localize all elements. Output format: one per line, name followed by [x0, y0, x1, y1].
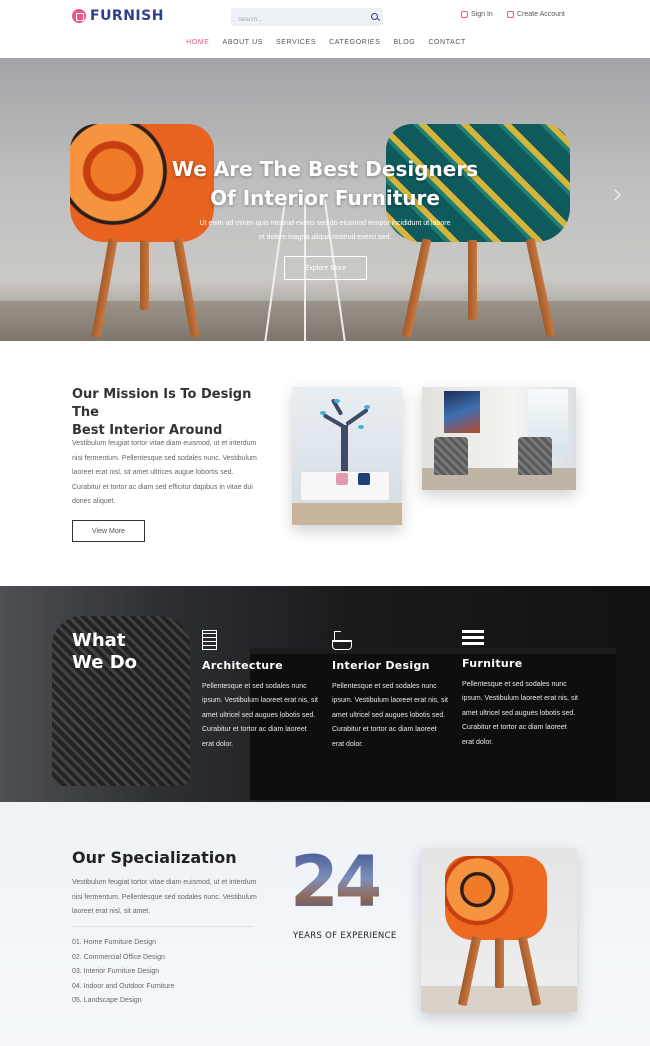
years-label: YEARS OF EXPERIENCE: [293, 931, 397, 941]
list-item: 03. Interior Furniture Design: [72, 968, 160, 976]
building-icon: [202, 630, 217, 650]
list-item: 02. Commercial Office Design: [72, 953, 165, 961]
create-account-link[interactable]: Create Account: [507, 11, 565, 18]
header: FURNISH Sign In Create Account: [0, 0, 650, 34]
years-number: 24: [290, 841, 383, 923]
hero-subtitle-line2: et dolore magna aliqua nostrud exerci se…: [258, 234, 392, 241]
service-text: Pellentesque et sed sodales nunc ipsum. …: [462, 681, 578, 746]
living-room-photo: [292, 387, 402, 525]
bathtub-icon: [332, 630, 352, 650]
create-account-label: Create Account: [517, 11, 565, 18]
list-item: 05. Landscape Design: [72, 997, 142, 1005]
what-we-do-title: What We Do: [72, 630, 152, 674]
mission-title-line2: Best Interior Around: [72, 423, 223, 438]
specialization-title: Our Specialization: [72, 848, 237, 867]
search-box: [231, 8, 383, 29]
search-icon[interactable]: [371, 13, 378, 20]
chevron-right-icon[interactable]: [609, 189, 621, 201]
nav-categories[interactable]: CATEGORIES: [329, 39, 380, 46]
main-nav: HOME ABOUT US SERVICES CATEGORIES BLOG C…: [0, 39, 650, 46]
what-we-do-title-line2: We Do: [72, 652, 137, 673]
service-furniture: Furniture Pellentesque et sed sodales nu…: [462, 630, 578, 750]
view-more-button[interactable]: View More: [72, 520, 145, 542]
nav-blog[interactable]: BLOG: [393, 39, 415, 46]
service-text: Pellentesque et sed sodales nunc ipsum. …: [332, 683, 448, 748]
divider: [72, 926, 254, 927]
service-text: Pellentesque et sed sodales nunc ipsum. …: [202, 683, 318, 748]
service-title: Interior Design: [332, 659, 430, 672]
orange-chair-photo: [421, 848, 577, 1012]
hero-title-line1: We Are The Best Designers: [171, 157, 479, 181]
nav-home[interactable]: HOME: [186, 39, 209, 46]
what-we-do-title-line1: What: [72, 630, 126, 651]
list-item: 01. Home Furniture Design: [72, 939, 157, 946]
hero-subtitle-line1: Ut enim ad minim quis nostrud exerci sed…: [199, 220, 451, 227]
nav-about-us[interactable]: ABOUT US: [223, 39, 263, 46]
hero-title: We Are The Best Designers Of Interior Fu…: [150, 155, 500, 213]
service-title: Furniture: [462, 657, 523, 670]
edit-icon: [507, 11, 514, 18]
signin-label: Sign In: [471, 11, 493, 18]
service-architecture: Architecture Pellentesque et sed sodales…: [202, 630, 318, 752]
nav-contact[interactable]: CONTACT: [428, 39, 466, 46]
logo-icon: [72, 9, 86, 23]
hero-banner: We Are The Best Designers Of Interior Fu…: [0, 58, 650, 341]
logo[interactable]: FURNISH: [72, 8, 164, 24]
hero-subtitle: Ut enim ad minim quis nostrud exerci sed…: [168, 217, 482, 245]
user-icon: [461, 11, 468, 18]
nav-services[interactable]: SERVICES: [276, 39, 316, 46]
logo-text: FURNISH: [90, 8, 164, 24]
specialization-list: 01. Home Furniture Design 02. Commercial…: [72, 936, 174, 1009]
service-interior-design: Interior Design Pellentesque et sed soda…: [332, 630, 448, 752]
signin-link[interactable]: Sign In: [461, 11, 493, 18]
list-icon: [462, 630, 484, 648]
what-we-do-section: What We Do Architecture Pellentesque et …: [0, 586, 650, 802]
list-item: 04. Indoor and Outdoor Furniture: [72, 982, 175, 990]
tree-decal: [314, 397, 374, 477]
specialization-text: Vestibulum feugiat tortor vitae diam eui…: [72, 879, 257, 916]
explore-more-button[interactable]: Explore More: [284, 256, 367, 280]
hero-title-line2: Of Interior Furniture: [210, 186, 440, 210]
mission-text: Vestibulum feugiat tortor vitae diam eui…: [72, 440, 257, 506]
mission-title: Our Mission Is To Design The Best Interi…: [72, 386, 272, 440]
mission-title-line1: Our Mission Is To Design The: [72, 387, 252, 420]
service-title: Architecture: [202, 659, 283, 672]
chair-leg: [468, 240, 477, 320]
lounge-photo: [422, 387, 576, 490]
chair-leg: [140, 240, 149, 310]
search-input[interactable]: [231, 11, 361, 29]
